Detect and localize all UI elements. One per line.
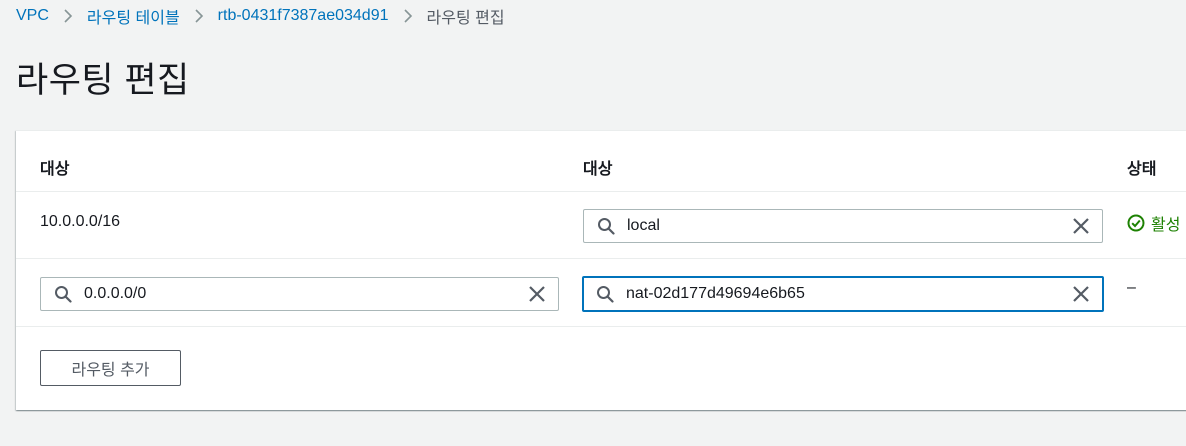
close-icon[interactable] [1072,217,1090,235]
search-icon [55,286,72,303]
close-icon[interactable] [528,285,546,303]
routes-panel: 대상 대상 상태 10.0.0.0/16 활성 [16,130,1186,410]
status-empty: – [1127,279,1136,296]
breadcrumb: VPC 라우팅 테이블 rtb-0431f7387ae034d91 라우팅 편집 [16,4,505,28]
table-header: 대상 대상 상태 [16,131,1186,192]
breadcrumb-route-tables[interactable]: 라우팅 테이블 [87,4,180,28]
column-header-destination: 대상 [40,161,70,178]
destination-search-field[interactable] [40,277,559,311]
chevron-right-icon [194,9,204,23]
breadcrumb-current: 라우팅 편집 [426,10,505,27]
destination-cidr: 10.0.0.0/16 [40,213,121,230]
destination-input[interactable] [84,282,528,306]
breadcrumb-route-table-id[interactable]: rtb-0431f7387ae034d91 [218,7,389,25]
check-circle-icon [1127,214,1145,232]
page-title: 라우팅 편집 [16,61,190,100]
add-route-button[interactable]: 라우팅 추가 [40,350,181,386]
status-text: 활성 [1151,217,1181,234]
table-row: – [16,259,1186,327]
target-search-field[interactable] [582,276,1104,312]
breadcrumb-vpc[interactable]: VPC [16,7,49,25]
close-icon[interactable] [1072,285,1090,303]
column-header-status: 상태 [1127,161,1157,178]
chevron-right-icon [63,9,73,23]
target-input[interactable] [626,282,1072,306]
column-header-target: 대상 [583,161,613,178]
status-badge: 활성 [1127,211,1180,235]
table-row: 10.0.0.0/16 활성 [16,191,1186,259]
target-input[interactable] [627,214,1072,238]
search-icon [597,286,614,303]
target-search-field[interactable] [583,209,1103,243]
chevron-right-icon [403,9,413,23]
search-icon [598,218,615,235]
